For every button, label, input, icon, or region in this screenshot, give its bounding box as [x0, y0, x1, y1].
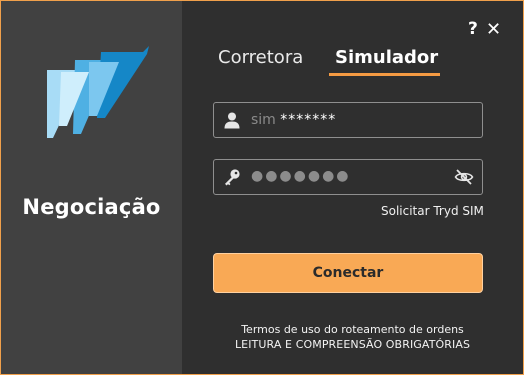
username-prefix: sim	[251, 112, 276, 128]
user-icon	[224, 112, 240, 129]
terms-notice: LEITURA E COMPREENSÃO OBRIGATÓRIAS	[234, 338, 471, 351]
username-field[interactable]: sim *******	[213, 102, 483, 138]
left-panel: Negociação	[1, 1, 182, 374]
login-window: Negociação ? ✕ Corretora Simulador sim *…	[0, 0, 524, 375]
help-button[interactable]: ?	[468, 19, 478, 39]
request-sim-link[interactable]: Solicitar Tryd SIM	[381, 204, 484, 218]
tab-corretora[interactable]: Corretora	[218, 47, 303, 68]
eye-slash-icon[interactable]	[454, 168, 474, 186]
triple-arrow-logo-icon	[47, 46, 149, 138]
username-value: sim *******	[251, 112, 336, 128]
active-tab-indicator	[329, 73, 440, 76]
right-panel: ? ✕ Corretora Simulador sim ******* ●●●●…	[182, 1, 523, 374]
close-button[interactable]: ✕	[486, 19, 501, 40]
brand-title: Negociação	[22, 195, 161, 219]
password-value: ●●●●●●●	[251, 168, 351, 184]
connect-button[interactable]: Conectar	[213, 253, 483, 293]
tab-simulador[interactable]: Simulador	[335, 47, 438, 68]
password-field[interactable]: ●●●●●●●	[213, 159, 483, 195]
key-icon	[225, 169, 240, 186]
terms-link[interactable]: Termos de uso do roteamento de ordens	[182, 323, 523, 336]
username-masked: *******	[280, 112, 337, 128]
